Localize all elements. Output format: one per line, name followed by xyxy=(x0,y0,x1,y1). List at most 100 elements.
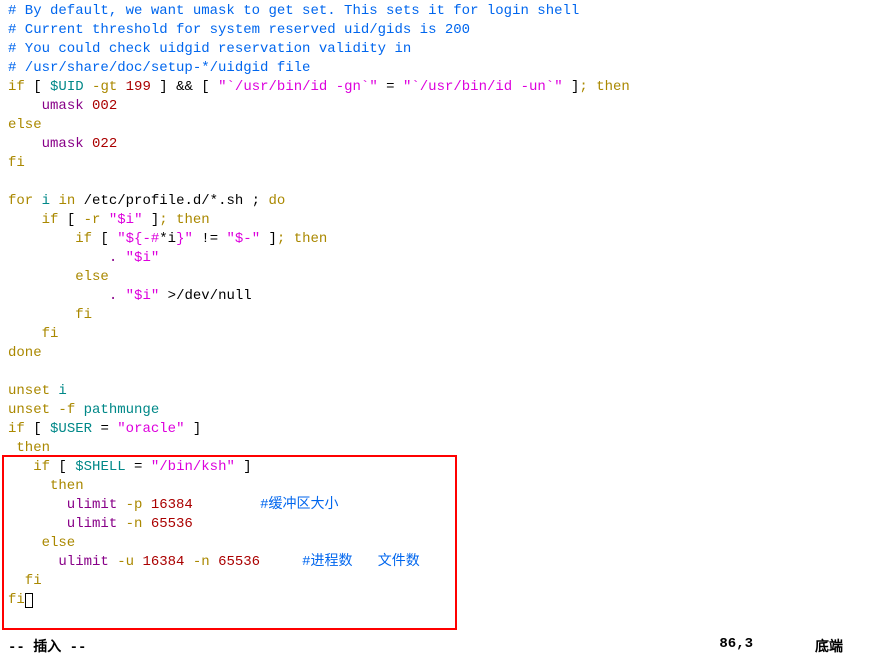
keyword-else: else xyxy=(8,535,75,551)
keyword-fi: fi xyxy=(42,326,59,342)
editor-content[interactable]: # By default, we want umask to get set. … xyxy=(8,2,863,610)
text: = xyxy=(378,79,403,95)
indent xyxy=(8,98,42,114)
keyword-then: ; then xyxy=(277,231,327,247)
number: 022 xyxy=(92,136,117,152)
command-ulimit: ulimit xyxy=(8,497,117,513)
keyword-fi: fi xyxy=(8,573,42,589)
text: ] xyxy=(260,231,277,247)
command-umask: umask xyxy=(42,98,84,114)
comment-line: # Current threshold for system reserved … xyxy=(8,22,470,38)
string: "$i" xyxy=(126,250,160,266)
keyword-fi: fi xyxy=(75,307,92,323)
keyword-if: if xyxy=(8,459,50,475)
comment-line: # By default, we want umask to get set. … xyxy=(8,3,579,19)
string: }" xyxy=(176,231,193,247)
comment-line: # You could check uidgid reservation val… xyxy=(8,41,411,57)
variable-user: $USER xyxy=(50,421,92,437)
text: ] xyxy=(142,212,159,228)
flag: -f xyxy=(50,402,84,418)
text: ] xyxy=(563,79,580,95)
string: "`/usr/bin/id -gn`" xyxy=(218,79,378,95)
string: "$i" xyxy=(109,212,143,228)
command-umask: umask xyxy=(42,136,84,152)
operator-and: && xyxy=(168,79,202,95)
keyword-if: if xyxy=(8,79,25,95)
string: "/bin/ksh" xyxy=(151,459,235,475)
keyword-in: in xyxy=(58,193,75,209)
text xyxy=(193,497,260,513)
flag: -n xyxy=(184,554,218,570)
command-ulimit: ulimit xyxy=(8,516,117,532)
number: 199 xyxy=(126,79,151,95)
flag: -u xyxy=(109,554,143,570)
text: [ xyxy=(201,79,218,95)
text: > xyxy=(159,288,176,304)
variable-uid: $UID xyxy=(50,79,84,95)
text: [ xyxy=(58,212,83,228)
keyword-if: if xyxy=(75,231,92,247)
keyword-done: done xyxy=(8,345,42,361)
string: "$-" xyxy=(227,231,261,247)
comment: #进程数 文件数 xyxy=(302,554,420,570)
string: "oracle" xyxy=(117,421,184,437)
variable-i: i xyxy=(50,383,67,399)
string: "$i" xyxy=(126,288,160,304)
function-name: pathmunge xyxy=(84,402,160,418)
operator: -r xyxy=(84,212,109,228)
keyword-then: ; then xyxy=(579,79,629,95)
keyword-fi: fi xyxy=(8,155,25,171)
keyword-then: ; then xyxy=(159,212,209,228)
text: [ xyxy=(92,231,117,247)
command-unset: unset xyxy=(8,402,50,418)
scroll-location: 底端 xyxy=(815,636,843,656)
text: [ xyxy=(50,459,75,475)
cursor-position: 86,3 xyxy=(719,636,753,652)
text: ] xyxy=(184,421,201,437)
text: = xyxy=(126,459,151,475)
text: ] xyxy=(235,459,252,475)
command-source: . xyxy=(109,250,126,266)
string: "`/usr/bin/id -un`" xyxy=(403,79,563,95)
operator: -gt xyxy=(84,79,126,95)
text: = xyxy=(92,421,117,437)
keyword-if: if xyxy=(8,421,25,437)
string: "${-# xyxy=(117,231,159,247)
text: ] xyxy=(151,79,168,95)
text: *i xyxy=(159,231,176,247)
flag: -p xyxy=(117,497,151,513)
text xyxy=(84,98,92,114)
command-source: . xyxy=(109,288,126,304)
keyword-then: then xyxy=(8,478,84,494)
variable-i: i xyxy=(33,193,58,209)
comment: #缓冲区大小 xyxy=(260,497,338,513)
keyword-else: else xyxy=(75,269,109,285)
keyword-then: then xyxy=(8,440,50,456)
status-bar: -- 插入 -- 86,3 底端 xyxy=(8,636,863,656)
keyword-fi: fi xyxy=(8,592,25,608)
keyword-do: do xyxy=(268,193,285,209)
command-ulimit: ulimit xyxy=(8,554,109,570)
flag: -n xyxy=(117,516,151,532)
number: 002 xyxy=(92,98,117,114)
number: 16384 xyxy=(142,554,184,570)
text: [ xyxy=(25,79,50,95)
text xyxy=(260,554,302,570)
number: 65536 xyxy=(151,516,193,532)
command-unset: unset xyxy=(8,383,50,399)
text: /etc/profile.d/*.sh ; xyxy=(75,193,268,209)
number: 65536 xyxy=(218,554,260,570)
keyword-if: if xyxy=(42,212,59,228)
text: != xyxy=(193,231,227,247)
text: [ xyxy=(25,421,50,437)
keyword-for: for xyxy=(8,193,33,209)
text: /dev/null xyxy=(176,288,252,304)
variable-shell: $SHELL xyxy=(75,459,125,475)
text xyxy=(84,136,92,152)
comment-line: # /usr/share/doc/setup-*/uidgid file xyxy=(8,60,310,76)
keyword-else: else xyxy=(8,117,42,133)
mode-indicator: -- 插入 -- xyxy=(8,636,86,656)
indent xyxy=(8,136,42,152)
number: 16384 xyxy=(151,497,193,513)
cursor xyxy=(25,593,33,608)
